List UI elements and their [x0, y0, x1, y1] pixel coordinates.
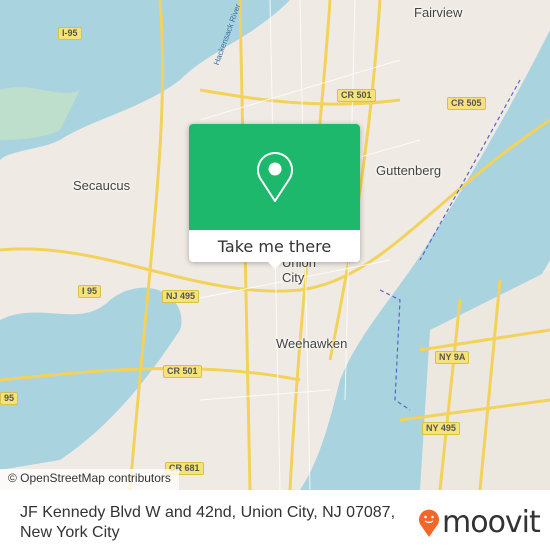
place-label: Secaucus	[73, 178, 131, 193]
take-me-there-popup[interactable]: Take me there	[189, 124, 360, 269]
popup-pointer	[267, 261, 283, 269]
take-me-there-button[interactable]: Take me there	[189, 230, 360, 262]
moovit-pin-icon	[419, 509, 439, 537]
road-shield: 95	[0, 392, 19, 405]
road-shield: NJ 495	[162, 290, 200, 303]
popup-header	[189, 124, 360, 230]
road-shield: CR 501	[337, 89, 376, 102]
place-label: Weehawken	[276, 336, 348, 351]
road-shield: CR 501	[163, 365, 202, 378]
address-line-2: New York City	[20, 524, 120, 541]
road-shield: CR 505	[447, 97, 486, 110]
place-label: Fairview	[414, 5, 463, 20]
address: JF Kennedy Blvd W and 42nd, Union City, …	[20, 503, 400, 543]
road-shield: I-95	[58, 27, 82, 40]
place-label: Guttenberg	[376, 163, 442, 178]
road-shield: I 95	[78, 285, 102, 298]
map-pin-icon	[256, 152, 293, 202]
address-line-1: JF Kennedy Blvd W and 42nd, Union City, …	[20, 504, 396, 521]
brand-name: moovit	[442, 505, 541, 540]
map-attribution[interactable]: © OpenStreetMap contributors	[0, 469, 179, 490]
moovit-logo[interactable]: moovit	[418, 505, 541, 540]
road-shield: NY 9A	[435, 351, 470, 364]
road-shield: NY 495	[422, 422, 460, 435]
